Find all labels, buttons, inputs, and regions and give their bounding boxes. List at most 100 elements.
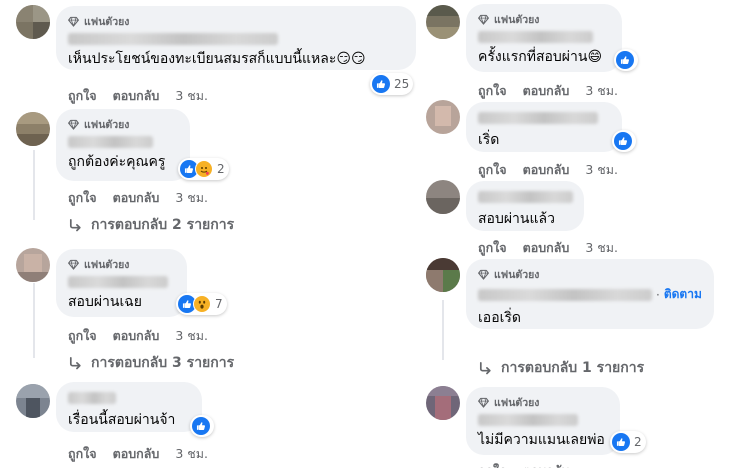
comment-text: เออเริ่ด [478,310,521,326]
diamond-icon [68,119,79,130]
comment-actions: ถูกใจ ตอบกลับ 3 ชม. [68,86,208,106]
comment-text: ไม่มีความแมนเลยพ่อ [478,432,605,448]
reply-button[interactable]: ตอบกลับ [523,160,570,180]
author-name-blurred[interactable] [478,31,593,43]
reaction-count: 2 [217,162,225,176]
comment-bubble: สอบผ่านแล้ว [466,181,584,231]
view-replies-link[interactable]: การตอบกลับ 3 รายการ [68,352,234,374]
reaction-summary[interactable]: 25 [370,73,414,95]
author-name-blurred[interactable] [68,392,116,404]
like-button[interactable]: ถูกใจ [478,238,507,258]
reaction-count: 7 [215,297,223,311]
comment-text: สอบผ่านเฉย [68,294,142,310]
avatar[interactable] [16,248,50,282]
thread-line [442,300,444,360]
timestamp[interactable]: 3 ชม. [585,238,618,258]
view-replies-link[interactable]: การตอบกลับ 1 รายการ [478,357,644,379]
reply-arrow-icon [478,361,493,376]
timestamp[interactable]: 3 ชม. [175,326,208,346]
author-name-blurred[interactable] [478,191,573,203]
comment-actions: ถูกใจ ตอบกลับ 3 ชม. [68,444,208,464]
comment-bubble: แฟนตัวยง สอบผ่านเฉย [56,249,187,317]
top-fan-badge: แฟนตัวยง [68,257,175,271]
comment-actions: ถูกใจ ตอบกลับ 3 ชม. [478,238,618,258]
reaction-summary[interactable] [614,49,638,71]
timestamp[interactable]: 3 ชม. [175,188,208,208]
author-name-blurred[interactable] [478,288,652,301]
avatar[interactable] [426,5,460,39]
author-name-blurred[interactable] [68,276,168,288]
reaction-summary[interactable] [190,415,214,437]
comment-bubble: แฟนตัวยง เห็นประโยชน์ของทะเบียนสมรสก็แบบ… [56,6,416,70]
author-name-blurred[interactable] [478,112,598,124]
comment-bubble: แฟนตัวยง · ติดตาม เออเริ่ด [466,259,714,329]
wow-icon [193,295,211,313]
author-name-blurred[interactable] [68,136,153,148]
avatar[interactable] [16,5,50,39]
timestamp[interactable]: 3 ชม. [175,86,208,106]
reply-arrow-icon [68,218,83,233]
avatar[interactable] [426,100,460,134]
comment-actions: ถูกใจ ตอบกลับ 3 ชม. [68,326,208,346]
like-icon [614,132,632,150]
comment-actions: ถูกใจ ตอบกลับ [478,461,569,468]
reaction-summary[interactable]: 7 [176,293,227,315]
diamond-icon [478,397,489,408]
diamond-icon [478,269,489,280]
reply-button[interactable]: ตอบกลับ [113,86,160,106]
reaction-summary[interactable]: 2 [178,158,229,180]
reply-arrow-icon [68,356,83,371]
top-fan-badge: แฟนตัวยง [478,12,610,26]
view-replies-link[interactable]: การตอบกลับ 2 รายการ [68,214,234,236]
follow-button[interactable]: ติดตาม [664,285,702,304]
timestamp[interactable]: 3 ชม. [175,444,208,464]
reply-button[interactable]: ตอบกลับ [113,326,160,346]
like-button[interactable]: ถูกใจ [68,326,97,346]
reaction-summary[interactable]: 2 [610,431,646,453]
reply-button[interactable]: ตอบกลับ [113,188,160,208]
comment-actions: ถูกใจ ตอบกลับ 3 ชม. [68,188,208,208]
avatar[interactable] [426,386,460,420]
reply-button[interactable]: ตอบกลับ [523,238,570,258]
like-icon [192,417,210,435]
top-fan-badge: แฟนตัวยง [68,117,178,131]
like-button[interactable]: ถูกใจ [68,444,97,464]
author-name-blurred[interactable] [478,414,578,426]
care-icon [195,160,213,178]
like-icon [372,75,390,93]
comment-actions: ถูกใจ ตอบกลับ 3 ชม. [478,81,618,101]
reply-button[interactable]: ตอบกลับ [523,461,570,468]
like-button[interactable]: ถูกใจ [68,188,97,208]
timestamp[interactable]: 3 ชม. [585,160,618,180]
like-button[interactable]: ถูกใจ [478,81,507,101]
diamond-icon [68,16,79,27]
thread-line [33,150,35,220]
comment-text: ถูกต้องค่ะคุณครู [68,154,166,170]
author-name-blurred[interactable] [68,33,278,45]
diamond-icon [478,14,489,25]
comment-bubble: แฟนตัวยง ถูกต้องค่ะคุณครู [56,109,190,181]
avatar[interactable] [16,384,50,418]
like-button[interactable]: ถูกใจ [478,461,507,468]
avatar[interactable] [426,258,460,292]
comment-bubble: เริ่ด [466,102,622,152]
comment-bubble: แฟนตัวยง ไม่มีความแมนเลยพ่อ [466,387,620,455]
avatar[interactable] [16,112,50,146]
timestamp[interactable]: 3 ชม. [585,81,618,101]
like-button[interactable]: ถูกใจ [478,160,507,180]
like-button[interactable]: ถูกใจ [68,86,97,106]
comment-actions: ถูกใจ ตอบกลับ 3 ชม. [478,160,618,180]
comment-text: เริ่ด [478,132,500,148]
like-icon [612,433,630,451]
separator-dot: · [656,287,660,302]
avatar[interactable] [426,180,460,214]
comment-text: เรื่อนนี้สอบผ่านจ้า [68,412,176,428]
comment-bubble: แฟนตัวยง ครั้งแรกที่สอบผ่าน😄 [466,4,622,72]
reply-button[interactable]: ตอบกลับ [113,444,160,464]
reaction-count: 25 [394,77,410,91]
reply-button[interactable]: ตอบกลับ [523,81,570,101]
reaction-summary[interactable] [612,130,636,152]
top-fan-badge: แฟนตัวยง [68,14,404,28]
like-icon [616,51,634,69]
reaction-count: 2 [634,435,642,449]
